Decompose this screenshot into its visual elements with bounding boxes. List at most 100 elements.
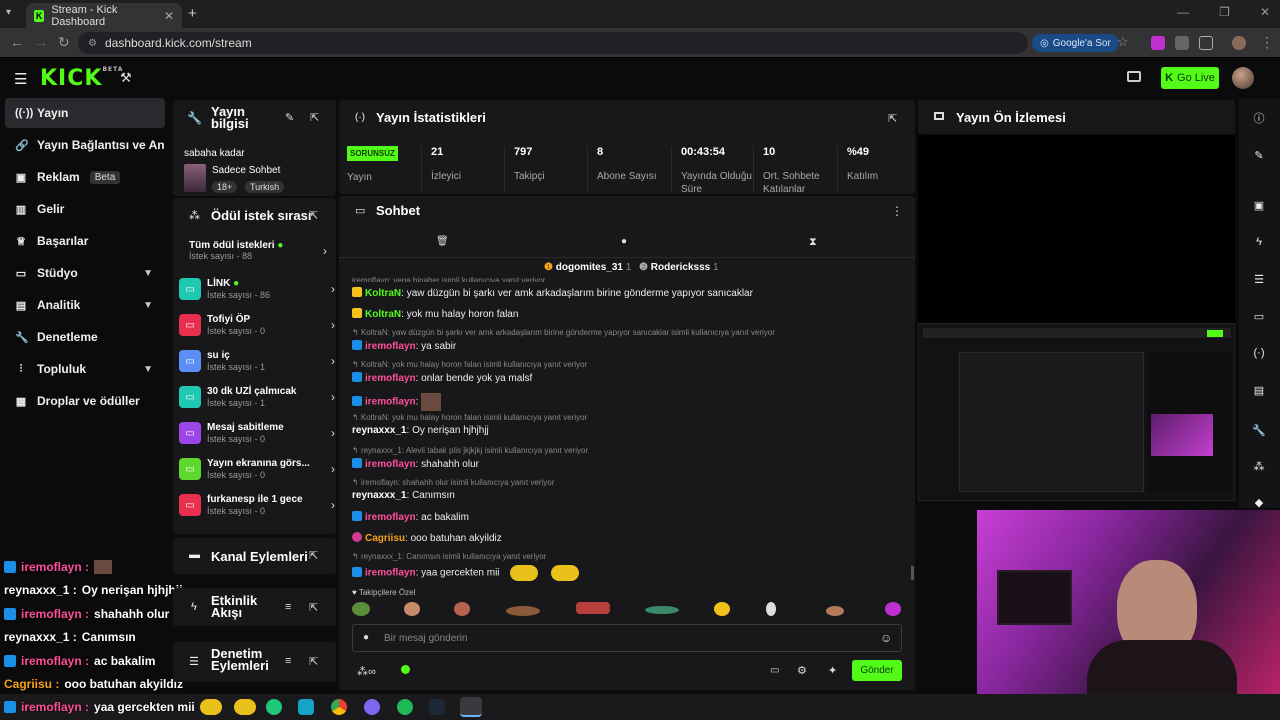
sidebar-item-gelir[interactable]: ▥ Gelir: [5, 194, 165, 224]
chat-username[interactable]: KoltraN: [365, 288, 401, 299]
chat-message[interactable]: Cagriisu: ooo batuhan akyildiz: [352, 532, 502, 544]
chat-icon[interactable]: ▭: [1248, 305, 1270, 327]
popout-icon[interactable]: ⇱: [309, 601, 318, 614]
taskbar-app-icon[interactable]: [364, 699, 380, 715]
emote-image[interactable]: [766, 602, 776, 616]
hamburger-menu-icon[interactable]: ☰: [14, 70, 27, 88]
emote-image[interactable]: [826, 606, 844, 616]
emoji-icon[interactable]: ☺: [880, 631, 892, 645]
gift-icon[interactable]: ◆: [1248, 491, 1270, 513]
extensions-puzzle-icon[interactable]: [1199, 36, 1213, 50]
reward-item[interactable]: ▭ su iç İstek sayısı - 1 ›: [179, 345, 335, 377]
chat-username[interactable]: Cagriisu: [365, 533, 405, 544]
extension-icon[interactable]: [1175, 36, 1189, 50]
sidebar-item-studyo[interactable]: ▭ Stüdyo ▼: [5, 258, 165, 288]
emote-image[interactable]: [454, 602, 470, 616]
site-info-icon[interactable]: ⚙: [88, 38, 97, 49]
points-icon[interactable]: ⁂∞: [357, 665, 376, 678]
chat-bubble-icon[interactable]: ▭: [770, 665, 779, 676]
list-icon[interactable]: ☰: [1248, 268, 1270, 290]
new-tab-icon[interactable]: +: [188, 5, 197, 22]
reload-icon[interactable]: ↻: [58, 34, 70, 51]
spotify-icon[interactable]: [397, 699, 413, 715]
minimize-icon[interactable]: —: [1177, 5, 1189, 19]
emote-image[interactable]: [404, 602, 420, 616]
chat-input[interactable]: ● Bir mesaj gönderin ☺: [352, 624, 902, 652]
chat-message[interactable]: iremoflayn: shahahh olur: [352, 458, 479, 470]
chrome-icon[interactable]: [331, 699, 347, 715]
popout-icon[interactable]: ⇱: [310, 111, 319, 124]
steam-icon[interactable]: [429, 699, 445, 715]
sidebar-item-analitik[interactable]: ▤ Analitik ▼: [5, 290, 165, 320]
sidebar-item-reklam[interactable]: ▣ Reklam Beta: [5, 162, 165, 192]
hammer-icon[interactable]: ⚒: [120, 70, 132, 86]
sidebar-item-droplar[interactable]: ▦ Droplar ve ödüller: [5, 386, 165, 416]
top-gifter[interactable]: ❶ dogomites_31 1: [544, 262, 631, 273]
chat-username[interactable]: reynaxxx_1: [352, 490, 407, 501]
chat-username[interactable]: iremoflayn: [365, 373, 416, 384]
popout-icon[interactable]: ⇱: [309, 209, 318, 222]
taskbar-app-icon[interactable]: [298, 699, 314, 715]
edit-pencil-icon[interactable]: ✎: [285, 111, 294, 124]
popout-icon[interactable]: ⇱: [888, 112, 897, 125]
chat-scrollbar[interactable]: [911, 566, 914, 580]
top-gifter[interactable]: ❷ Rodericksss 1: [639, 262, 719, 273]
chat-message[interactable]: reynaxxx_1: Canımsın: [352, 490, 455, 501]
browser-tab[interactable]: K Stream - Kick Dashboard ✕: [26, 3, 182, 28]
close-window-icon[interactable]: ✕: [1260, 5, 1270, 19]
chat-username[interactable]: iremoflayn: [365, 459, 416, 470]
chat-message[interactable]: iremoflayn:: [352, 393, 442, 411]
reward-item[interactable]: ▭ furkanesp ile 1 gece İstek sayısı - 0 ›: [179, 489, 335, 521]
layout-icon[interactable]: ▣: [1248, 194, 1270, 216]
back-icon[interactable]: ←: [10, 34, 24, 50]
go-live-button[interactable]: K Go Live: [1161, 67, 1219, 89]
filter-icon[interactable]: ≡: [285, 655, 291, 667]
emote-image[interactable]: [576, 602, 610, 614]
popout-icon[interactable]: ⇱: [309, 549, 318, 562]
sidebar-item-topluluk[interactable]: ⫶ Topluluk ▼: [5, 354, 165, 384]
all-rewards-row[interactable]: Tüm ödül istekleri ● İstek sayısı - 88 ›: [189, 240, 329, 261]
chat-message[interactable]: KoltraN: yaw düzgün bi şarkı ver amk ark…: [352, 287, 753, 299]
extension-icon[interactable]: [1151, 36, 1165, 50]
taskbar-emote-app-icon[interactable]: [234, 699, 256, 715]
google-ask-button[interactable]: ◎ Google'a Sor: [1032, 34, 1119, 52]
reward-item[interactable]: ▭ LİNK ● İstek sayısı - 86 ›: [179, 273, 335, 305]
edit-pencil-icon[interactable]: ✎: [1248, 144, 1270, 166]
emote-image[interactable]: [645, 606, 679, 614]
sidebar-item-denetleme[interactable]: 🔧 Denetleme: [5, 322, 165, 352]
chat-message[interactable]: iremoflayn: ya sabir: [352, 340, 456, 352]
obs-icon[interactable]: [460, 697, 482, 717]
broadcast-icon[interactable]: (·): [1248, 342, 1270, 364]
chat-message[interactable]: iremoflayn: ac bakalim: [352, 511, 469, 523]
close-tab-icon[interactable]: ✕: [164, 9, 174, 23]
bookmark-star-icon[interactable]: ☆: [1117, 34, 1129, 50]
forward-icon[interactable]: →: [34, 34, 48, 50]
kick-points-icon[interactable]: [401, 665, 410, 674]
send-button[interactable]: Gönder: [852, 660, 902, 681]
sidebar-item-yayin[interactable]: ((·)) Yayın: [5, 98, 165, 128]
chat-message[interactable]: reynaxxx_1: Oy nerişan hjhjhjj: [352, 425, 489, 436]
chat-username[interactable]: iremoflayn: [365, 568, 416, 579]
reward-item[interactable]: ▭ Mesaj sabitleme İstek sayısı - 0 ›: [179, 417, 335, 449]
wrench-icon[interactable]: 🔧: [1248, 419, 1270, 441]
chat-username[interactable]: reynaxxx_1: [352, 425, 407, 436]
theater-mode-icon[interactable]: [1127, 71, 1141, 82]
lightning-icon[interactable]: ϟ: [1248, 231, 1270, 253]
settings-gear-icon[interactable]: ⚙: [797, 664, 807, 677]
popout-icon[interactable]: ⇱: [309, 655, 318, 668]
tab-list-icon[interactable]: ▾: [6, 7, 11, 18]
trash-icon[interactable]: 🗑: [436, 236, 449, 247]
emote-image[interactable]: [352, 602, 370, 616]
browser-menu-icon[interactable]: ⋮: [1260, 34, 1274, 51]
url-field[interactable]: ⚙ dashboard.kick.com/stream: [78, 32, 1028, 54]
chat-message[interactable]: iremoflayn: onlar bende yok ya malsf: [352, 372, 532, 384]
reward-item[interactable]: ▭ Yayın ekranına görs... İstek sayısı - 0 ›: [179, 453, 335, 485]
emote-image[interactable]: [506, 606, 540, 616]
chat-username[interactable]: iremoflayn: [365, 397, 416, 408]
chat-message[interactable]: KoltraN: yok mu halay horon falan: [352, 308, 518, 320]
profile-avatar-icon[interactable]: [1232, 36, 1246, 50]
info-icon[interactable]: ⓘ: [1248, 107, 1270, 129]
emote-image[interactable]: [714, 602, 730, 616]
filter-icon[interactable]: ≡: [285, 601, 291, 613]
panel-icon[interactable]: ▤: [1248, 379, 1270, 401]
